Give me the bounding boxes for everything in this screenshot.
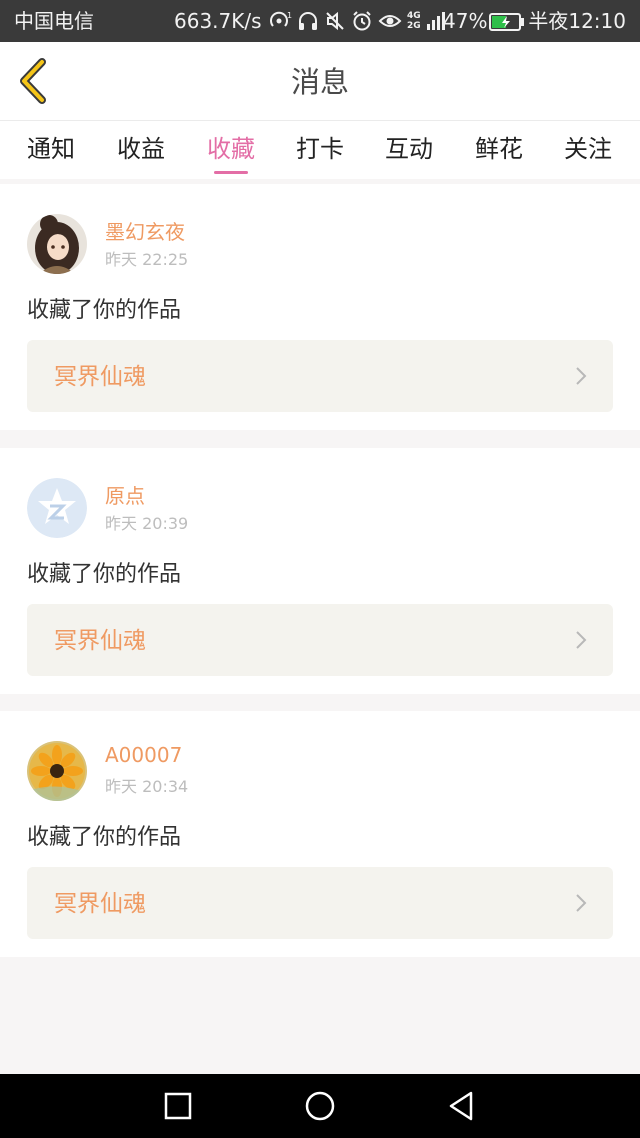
tab-checkin[interactable]: 打卡 — [280, 121, 360, 179]
work-title: 冥界仙魂 — [54, 364, 146, 390]
work-title: 冥界仙魂 — [54, 628, 146, 654]
default-qq-avatar-icon — [27, 478, 87, 538]
page-title: 消息 — [290, 65, 349, 99]
tab-favorites[interactable]: 收藏 — [191, 121, 271, 179]
work-link[interactable]: 冥界仙魂 — [27, 604, 613, 676]
timestamp: 昨天 20:34 — [105, 777, 189, 796]
app-header: 消息 — [0, 42, 640, 121]
sunflower-avatar-icon — [27, 741, 87, 801]
action-text: 收藏了你的作品 — [27, 825, 182, 850]
tab-follow[interactable]: 关注 — [548, 121, 628, 179]
svg-text:1: 1 — [287, 11, 292, 20]
network-speed: 663.7K/s — [174, 9, 262, 33]
action-text: 收藏了你的作品 — [27, 562, 182, 587]
carrier-name: 中国电信 — [14, 9, 94, 33]
notification-card: 原点 昨天 20:39 收藏了你的作品 冥界仙魂 — [0, 448, 640, 694]
tab-interaction[interactable]: 互动 — [369, 121, 449, 179]
avatar[interactable] — [27, 214, 87, 274]
home-icon[interactable] — [304, 1090, 336, 1122]
tab-label: 收藏 — [207, 135, 255, 163]
headphones-icon — [299, 12, 317, 30]
recent-apps-icon[interactable] — [162, 1090, 194, 1122]
system-nav-bar — [0, 1074, 640, 1138]
tab-label: 关注 — [564, 135, 612, 163]
tab-flowers[interactable]: 鲜花 — [459, 121, 539, 179]
timestamp: 昨天 22:25 — [105, 250, 189, 269]
tab-notice[interactable]: 通知 — [11, 121, 91, 179]
tab-label: 通知 — [27, 135, 75, 163]
work-title: 冥界仙魂 — [54, 891, 146, 917]
action-text: 收藏了你的作品 — [27, 298, 182, 323]
chevron-right-icon — [576, 894, 587, 912]
tab-label: 收益 — [117, 135, 165, 163]
network-type-icon: 4G 2G — [407, 11, 421, 31]
network-2g-label: 2G — [407, 21, 421, 31]
tab-bar: 通知 收益 收藏 打卡 互动 鲜花 关注 — [0, 121, 640, 179]
status-icons: 1 4G 2G — [268, 0, 448, 42]
avatar[interactable] — [27, 478, 87, 538]
battery-icon — [489, 13, 524, 31]
notification-card: A00007 昨天 20:34 收藏了你的作品 冥界仙魂 — [0, 711, 640, 957]
hotspot-icon: 1 — [270, 11, 292, 27]
tab-earnings[interactable]: 收益 — [101, 121, 181, 179]
tab-label: 打卡 — [296, 135, 344, 163]
username[interactable]: A00007 — [105, 743, 182, 767]
chevron-right-icon — [576, 367, 587, 385]
username[interactable]: 墨幻玄夜 — [105, 216, 185, 245]
eye-icon — [378, 15, 402, 27]
chevron-right-icon — [576, 631, 587, 649]
work-link[interactable]: 冥界仙魂 — [27, 867, 613, 939]
tab-label: 互动 — [385, 135, 433, 163]
network-4g-label: 4G — [407, 11, 421, 21]
notification-card: 墨幻玄夜 昨天 22:25 收藏了你的作品 冥界仙魂 — [0, 184, 640, 430]
alarm-icon — [353, 11, 371, 31]
mute-icon — [326, 11, 344, 31]
back-triangle-icon[interactable] — [446, 1090, 478, 1122]
status-bar: 中国电信 663.7K/s 1 4G 2G 47% 半夜12:10 — [0, 0, 640, 42]
timestamp: 昨天 20:39 — [105, 514, 189, 533]
avatar[interactable] — [27, 741, 87, 801]
battery-percent: 47% — [443, 9, 488, 33]
username[interactable]: 原点 — [105, 480, 145, 509]
tab-label: 鲜花 — [475, 135, 523, 163]
anime-girl-avatar-icon — [27, 214, 87, 274]
clock: 半夜12:10 — [528, 9, 626, 33]
work-link[interactable]: 冥界仙魂 — [27, 340, 613, 412]
active-tab-indicator — [214, 171, 248, 174]
